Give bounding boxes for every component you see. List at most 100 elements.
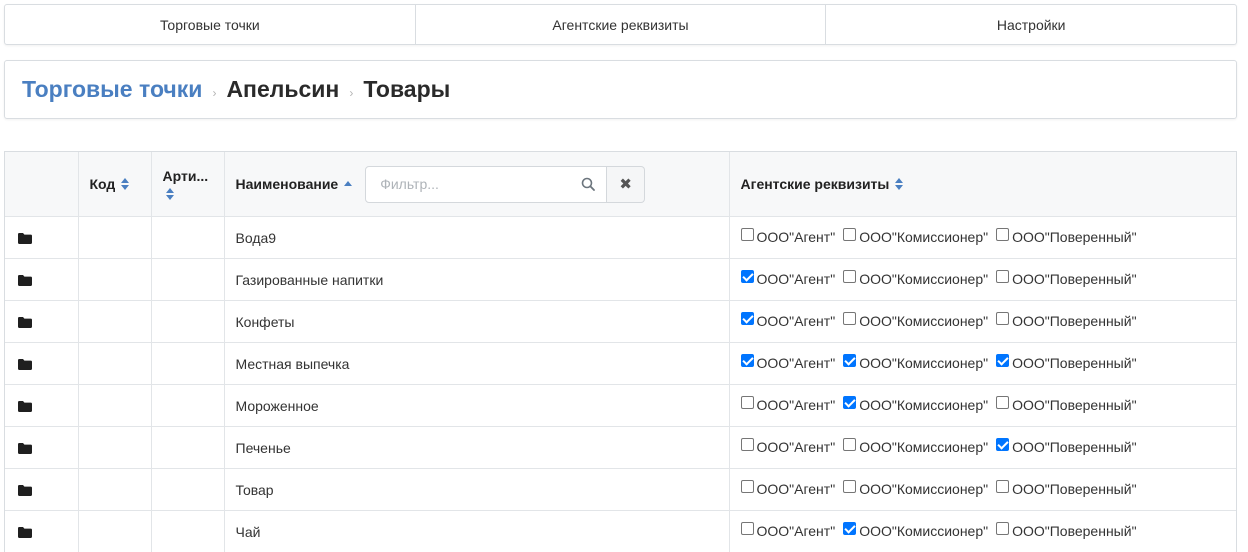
- tab-stores[interactable]: Торговые точки: [5, 5, 415, 44]
- agent-option: ООО"Комиссионер": [843, 522, 989, 539]
- header-code[interactable]: Код: [78, 152, 152, 217]
- agent-checkbox[interactable]: [996, 228, 1010, 242]
- table-row[interactable]: Чай ООО"Агент" ООО"Комиссионер" ООО"Поверен…: [5, 510, 1236, 552]
- agent-label: ООО"Поверенный": [1012, 396, 1137, 413]
- header-article-label: Арти...: [162, 168, 209, 184]
- agent-label: ООО"Агент": [756, 480, 836, 497]
- agent-option: ООО"Поверенный": [996, 228, 1137, 245]
- header-agents-label: Агентские реквизиты: [740, 176, 890, 192]
- agent-option: ООО"Агент": [740, 228, 835, 245]
- agents-cell: ООО"Агент" ООО"Комиссионер" ООО"Поверенный…: [729, 258, 1236, 301]
- table-row[interactable]: Мороженное ООО"Агент" ООО"Комиссионер" ООО"…: [5, 384, 1236, 427]
- agent-label: ООО"Поверенный": [1012, 438, 1137, 455]
- agent-checkbox[interactable]: [996, 354, 1010, 368]
- sort-icon: [895, 178, 904, 190]
- folder-icon[interactable]: [18, 443, 32, 455]
- agent-checkbox[interactable]: [740, 312, 754, 326]
- name-cell: Вода9: [224, 216, 730, 259]
- folder-icon[interactable]: [18, 359, 32, 371]
- agent-checkbox[interactable]: [843, 228, 857, 242]
- header-name-label[interactable]: Наименование: [236, 176, 339, 192]
- agent-checkbox[interactable]: [996, 270, 1010, 284]
- header-name: Наименование ✖: [224, 152, 730, 217]
- article-cell: [151, 216, 225, 259]
- tab-agent-details[interactable]: Агентские реквизиты: [414, 5, 826, 44]
- agent-option: ООО"Комиссионер": [843, 270, 988, 287]
- agent-checkbox[interactable]: [996, 312, 1010, 326]
- agent-checkbox[interactable]: [740, 228, 754, 242]
- agent-option: ООО"Поверенный": [996, 312, 1137, 329]
- agent-checkbox[interactable]: [843, 270, 857, 284]
- agent-label: ООО"Комиссионер": [859, 354, 989, 371]
- agent-checkbox[interactable]: [843, 438, 857, 452]
- code-cell: [78, 426, 152, 469]
- name-cell: Газированные напитки: [224, 258, 730, 301]
- agent-checkbox[interactable]: [996, 522, 1010, 536]
- agent-checkbox[interactable]: [996, 438, 1010, 452]
- agent-option: ООО"Поверенный": [996, 396, 1137, 413]
- table-row[interactable]: Газированные напитки ООО"Агент" ООО"Комисс…: [5, 258, 1236, 301]
- agent-checkbox[interactable]: [740, 438, 754, 452]
- agents-cell: ООО"Агент" ООО"Комиссионер" ООО"Поверенный…: [729, 342, 1236, 385]
- agent-option: ООО"Агент": [740, 354, 835, 371]
- agents-cell: ООО"Агент" ООО"Комиссионер" ООО"Поверенный…: [729, 510, 1236, 552]
- agents-cell: ООО"Агент" ООО"Комиссионер" ООО"Поверенный…: [729, 384, 1236, 427]
- agent-checkbox[interactable]: [740, 396, 754, 410]
- agent-checkbox[interactable]: [740, 270, 754, 284]
- article-cell: [151, 510, 225, 552]
- agent-label: ООО"Комиссионер": [859, 396, 989, 413]
- agent-label: ООО"Поверенный": [1012, 270, 1137, 287]
- table-body: Вода9 ООО"Агент" ООО"Комиссионер" ООО"Повер…: [5, 216, 1236, 552]
- agent-checkbox[interactable]: [740, 480, 754, 494]
- header-agents[interactable]: Агентские реквизиты: [729, 152, 1236, 217]
- table-row[interactable]: Конфеты ООО"Агент" ООО"Комиссионер" ООО"Пов…: [5, 300, 1236, 343]
- table-row[interactable]: Вода9 ООО"Агент" ООО"Комиссионер" ООО"Повер…: [5, 216, 1236, 259]
- agent-label: ООО"Агент": [756, 522, 836, 539]
- sort-icon: [121, 178, 130, 190]
- agent-label: ООО"Поверенный": [1012, 480, 1137, 497]
- agent-checkbox[interactable]: [843, 396, 857, 410]
- folder-icon[interactable]: [18, 527, 32, 539]
- agent-option: ООО"Комиссионер": [843, 312, 988, 329]
- article-cell: [151, 300, 225, 343]
- agent-checkbox[interactable]: [843, 354, 857, 368]
- article-cell: [151, 426, 225, 469]
- agent-checkbox[interactable]: [843, 480, 857, 494]
- agent-checkbox[interactable]: [996, 396, 1010, 410]
- row-icon-cell: [5, 426, 79, 469]
- row-icon-cell: [5, 468, 79, 511]
- filter-clear-button[interactable]: ✖: [607, 165, 646, 203]
- agent-checkbox[interactable]: [740, 354, 754, 368]
- header-article[interactable]: Арти...: [151, 152, 225, 217]
- folder-icon[interactable]: [18, 317, 32, 329]
- agent-checkbox[interactable]: [843, 312, 857, 326]
- page-title: Товары: [363, 76, 451, 102]
- filter-input[interactable]: [365, 165, 608, 203]
- table-row[interactable]: Печенье ООО"Агент" ООО"Комиссионер" ООО"Пов…: [5, 426, 1236, 469]
- breadcrumb: Торговые точки › Апельсин › Товары: [4, 60, 1237, 119]
- agent-checkbox[interactable]: [996, 480, 1010, 494]
- search-icon[interactable]: [581, 177, 596, 191]
- name-cell: Конфеты: [224, 300, 730, 343]
- article-cell: [151, 258, 225, 301]
- agent-option: ООО"Агент": [740, 312, 835, 329]
- table-row[interactable]: Товар ООО"Агент" ООО"Комиссионер" ООО"Повер…: [5, 468, 1236, 511]
- tab-settings[interactable]: Настройки: [825, 5, 1236, 44]
- table-row[interactable]: Местная выпечка ООО"Агент" ООО"Комиссионер…: [5, 342, 1236, 385]
- folder-icon[interactable]: [18, 275, 32, 287]
- name-filter: ✖: [365, 165, 646, 203]
- row-icon-cell: [5, 216, 79, 259]
- folder-icon[interactable]: [18, 401, 32, 413]
- breadcrumb-stores-link[interactable]: Торговые точки: [22, 76, 202, 103]
- agent-label: ООО"Поверенный": [1012, 228, 1137, 245]
- folder-icon[interactable]: [18, 485, 32, 497]
- sort-asc-icon[interactable]: [344, 181, 353, 187]
- breadcrumb-store: Апельсин: [226, 76, 340, 102]
- agent-option: ООО"Агент": [740, 522, 836, 539]
- folder-icon[interactable]: [18, 233, 32, 245]
- close-icon: ✖: [619, 176, 632, 193]
- agent-option: ООО"Комиссионер": [843, 354, 989, 371]
- agent-label: ООО"Комиссионер": [859, 522, 989, 539]
- agent-checkbox[interactable]: [740, 522, 754, 536]
- agent-checkbox[interactable]: [843, 522, 857, 536]
